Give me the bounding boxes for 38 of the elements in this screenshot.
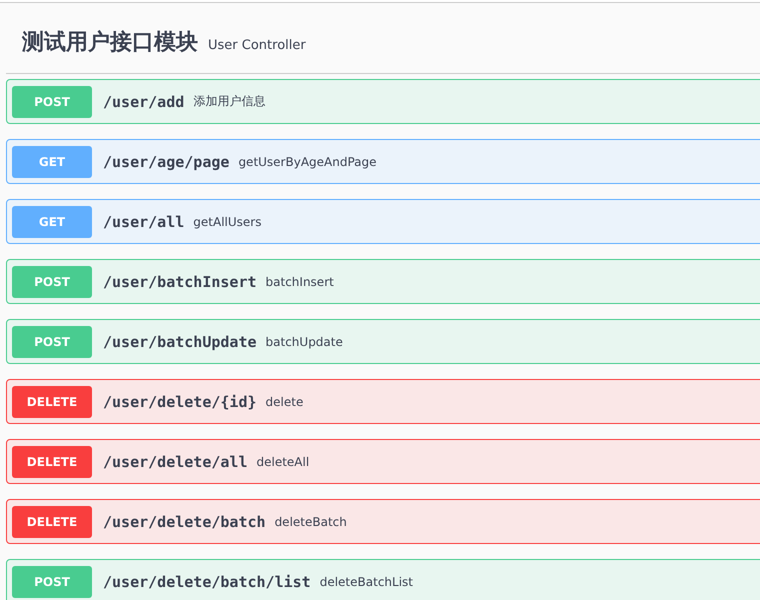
operation-row[interactable]: DELETE /user/delete/batch deleteBatch (6, 499, 760, 544)
operation-row[interactable]: GET /user/age/page getUserByAgeAndPage (6, 139, 760, 184)
endpoint-path: /user/delete/{id} (103, 392, 257, 410)
endpoint-summary: 添加用户信息 (193, 93, 266, 110)
endpoint-path: /user/delete/batch/list (103, 572, 311, 590)
endpoint-summary: getAllUsers (193, 214, 262, 228)
operation-row[interactable]: DELETE /user/delete/{id} delete (6, 379, 760, 424)
endpoint-summary: getUserByAgeAndPage (238, 154, 377, 168)
method-badge: POST (12, 266, 92, 298)
method-badge: POST (12, 86, 92, 118)
endpoint-summary: deleteBatch (274, 514, 347, 528)
endpoint-summary: delete (266, 394, 304, 408)
operation-row[interactable]: POST /user/batchUpdate batchUpdate (6, 319, 760, 364)
method-badge: DELETE (12, 446, 92, 478)
method-badge: POST (12, 326, 92, 358)
endpoint-path: /user/delete/all (103, 452, 248, 470)
endpoint-path: /user/batchUpdate (103, 332, 257, 350)
endpoint-summary: batchInsert (266, 274, 334, 288)
operation-row[interactable]: POST /user/add 添加用户信息 (6, 79, 760, 124)
method-badge: GET (12, 146, 92, 178)
method-badge: DELETE (12, 386, 92, 418)
endpoint-path: /user/all (103, 212, 184, 230)
operation-row[interactable]: GET /user/all getAllUsers (6, 199, 760, 244)
method-badge: POST (12, 566, 92, 598)
endpoint-path: /user/delete/batch (103, 512, 266, 530)
operation-row[interactable]: POST /user/batchInsert batchInsert (6, 259, 760, 304)
endpoint-summary: batchUpdate (266, 334, 343, 348)
section-description: User Controller (208, 38, 306, 53)
endpoint-summary: deleteAll (256, 454, 310, 468)
endpoint-path: /user/add (103, 92, 184, 110)
section-title: 测试用户接口模块 (22, 29, 198, 57)
operation-row[interactable]: POST /user/delete/batch/list deleteBatchList (6, 559, 760, 600)
method-badge: GET (12, 206, 92, 238)
endpoint-summary: deleteBatchList (320, 574, 413, 588)
endpoint-path: /user/age/page (103, 152, 230, 170)
endpoint-path: /user/batchInsert (103, 272, 257, 290)
method-badge: DELETE (12, 506, 92, 538)
operation-row[interactable]: DELETE /user/delete/all deleteAll (6, 439, 760, 484)
